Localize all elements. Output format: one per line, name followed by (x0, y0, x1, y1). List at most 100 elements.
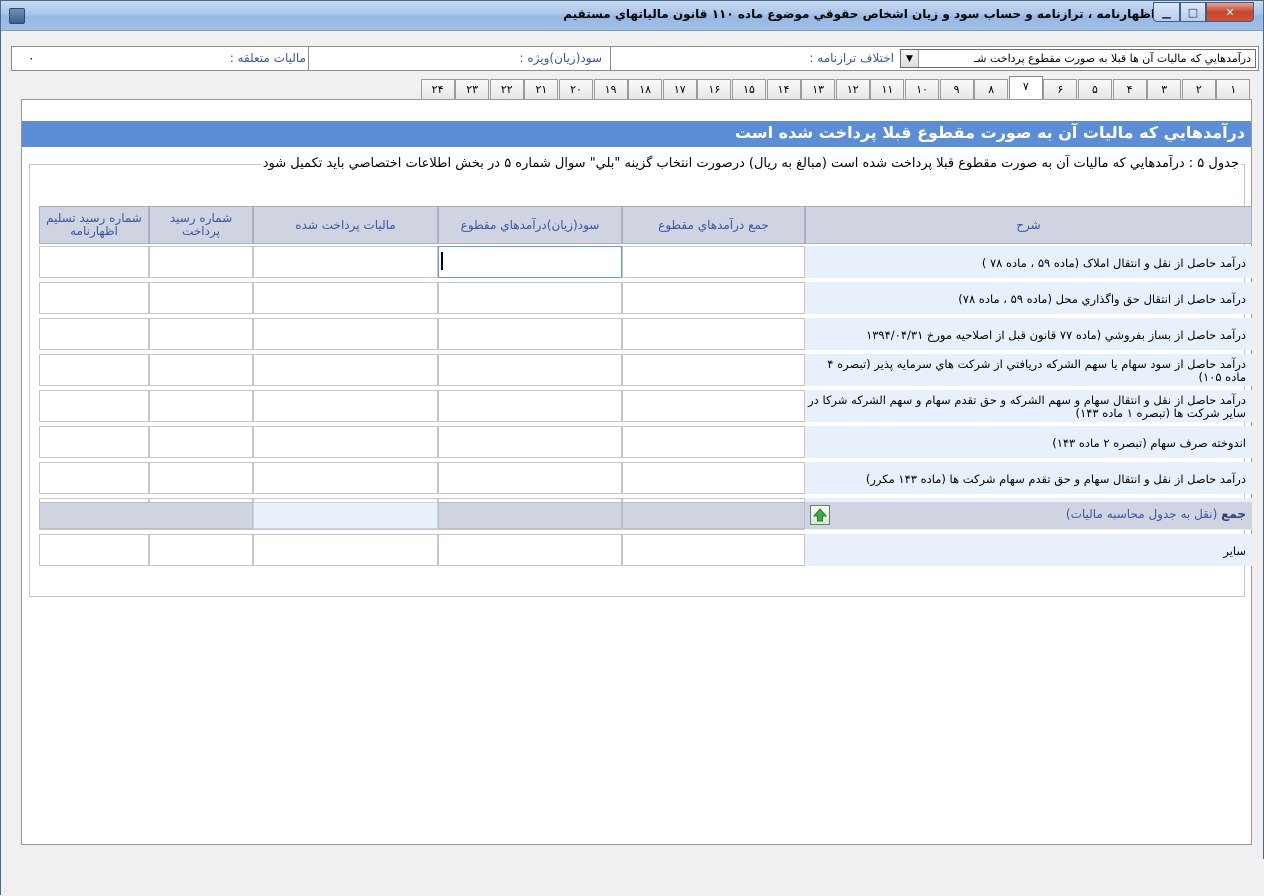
tab-7[interactable]: ٧ (1008, 76, 1043, 100)
row-description-text: درآمد حاصل از نقل و انتقال سهام و حق تقد… (865, 471, 1246, 486)
close-button[interactable]: ✕ (1206, 2, 1254, 22)
transfer-total-button[interactable] (810, 505, 830, 525)
declaration-receipt-input[interactable] (39, 534, 149, 566)
row-description: درآمد حاصل از نقل و انتقال املاک (ماده ۵… (805, 246, 1252, 278)
total-lump-income-input[interactable] (622, 534, 805, 566)
total-lump-income-input[interactable] (622, 318, 805, 350)
tab-17[interactable]: ١٧ (662, 79, 697, 99)
tab-4[interactable]: ۴ (1112, 79, 1147, 99)
tab-20[interactable]: ٢٠ (559, 79, 593, 99)
tax-paid-input[interactable] (253, 318, 438, 350)
declaration-receipt-input[interactable] (39, 390, 149, 422)
table-select-value: درآمدهايي كه ماليات آن ها قبلا به صورت م… (974, 52, 1251, 65)
total-lump-income-input[interactable] (622, 462, 805, 494)
total-lump-income-input[interactable] (622, 426, 805, 458)
declaration-receipt-input[interactable] (39, 426, 149, 458)
tab-3[interactable]: ٣ (1147, 79, 1182, 99)
total-lump-income-input[interactable] (622, 354, 805, 386)
total-lump-income-input[interactable] (622, 282, 805, 314)
payment-receipt-input[interactable] (149, 426, 253, 458)
declaration-receipt-input[interactable] (39, 282, 149, 314)
tab-19[interactable]: ١٩ (593, 79, 628, 99)
row-description: درآمد حاصل از انتقال حق واگذاري محل (ماد… (805, 282, 1252, 314)
tax-paid-input[interactable] (253, 282, 438, 314)
tab-14[interactable]: ١۴ (766, 79, 801, 99)
payment-receipt-input[interactable] (149, 246, 253, 278)
row-description-text: درآمد حاصل از نقل و انتقال املاک (ماده ۵… (981, 255, 1246, 270)
row-description-text: درآمد حاصل از بساز بفروشي (ماده ٧٧ قانون… (866, 327, 1246, 342)
minimize-icon: ▁ (1162, 5, 1171, 19)
tab-2[interactable]: ٢ (1181, 79, 1216, 99)
header-tax-paid: ماليات پرداخت شده (253, 206, 438, 244)
header-declaration-receipt: شماره رسيد تسليم اظهارنامه (39, 206, 149, 244)
tab-21[interactable]: ٢١ (524, 79, 559, 99)
tab-22[interactable]: ٢٢ (489, 79, 524, 99)
total-lump-income-input[interactable] (622, 390, 805, 422)
maximize-button[interactable]: □ (1180, 2, 1206, 22)
tax-paid-input[interactable] (253, 426, 438, 458)
chevron-down-icon[interactable]: ▼ (901, 50, 919, 67)
table5-group: جدول ۵ : درآمدهايي كه ماليات آن به صورت … (29, 156, 1252, 597)
tab-11[interactable]: ١١ (870, 79, 905, 99)
table-select-combo[interactable]: درآمدهايي كه ماليات آن ها قبلا به صورت م… (900, 49, 1256, 68)
declaration-receipt-input[interactable] (39, 318, 149, 350)
text-caret (441, 252, 443, 270)
tax-paid-input[interactable] (253, 390, 438, 422)
table5-caption: جدول ۵ : درآمدهايي كه ماليات آن به صورت … (260, 156, 1241, 171)
balance-diff-label: اختلاف ترازنامه : (809, 51, 894, 65)
tab-5[interactable]: ۵ (1078, 79, 1112, 99)
lump-profit-input[interactable] (438, 318, 622, 350)
title-bar: اظهارنامه ، ترازنامه و حساب سود و زيان ا… (1, 1, 1263, 31)
special-profit-label: سود(زيان)ويژه : (519, 51, 602, 65)
tax-due-value: ٠ (28, 51, 35, 65)
minimize-button[interactable]: ▁ (1153, 2, 1180, 22)
row-description-text: درآمد حاصل از نقل و انتقال سهام و سهم ال… (808, 393, 1246, 420)
declaration-receipt-input[interactable] (39, 354, 149, 386)
tax-paid-input[interactable] (253, 534, 438, 566)
lump-profit-input[interactable] (438, 354, 622, 386)
total-lump-income-cell (622, 502, 805, 529)
tab-9[interactable]: ٩ (939, 79, 974, 99)
tab-13[interactable]: ١٣ (801, 79, 836, 99)
lump-profit-input[interactable] (438, 282, 622, 314)
header-lump-profit: سود(زيان)درآمدهاي مقطوع (438, 206, 622, 244)
payment-receipt-input[interactable] (149, 354, 253, 386)
total-row-label: جمع (نقل به جدول محاسبه ماليات) (805, 502, 1252, 529)
payment-receipt-input[interactable] (149, 318, 253, 350)
row-description: اندوخته صرف سهام (تبصره ٢ ماده ١۴٣) (805, 426, 1252, 458)
tab-16[interactable]: ١۶ (697, 79, 732, 99)
payment-receipt-input[interactable] (149, 282, 253, 314)
payment-receipt-input[interactable] (149, 390, 253, 422)
declaration-receipt-input[interactable] (39, 462, 149, 494)
tax-paid-input[interactable] (253, 354, 438, 386)
tab-18[interactable]: ١٨ (628, 79, 663, 99)
tab-15[interactable]: ١۵ (732, 79, 766, 99)
lump-profit-input[interactable] (438, 534, 622, 566)
tab-10[interactable]: ١٠ (905, 79, 939, 99)
total-note: (نقل به جدول محاسبه ماليات) (1065, 507, 1218, 521)
row-description: درآمد حاصل از سود سهام يا سهم الشركه دري… (805, 354, 1252, 386)
tax-paid-input[interactable] (253, 462, 438, 494)
summary-bar: درآمدهايي كه ماليات آن ها قبلا به صورت م… (11, 46, 1259, 71)
tab-6[interactable]: ۶ (1043, 79, 1078, 99)
declaration-receipt-input[interactable] (39, 246, 149, 278)
tab-12[interactable]: ١٢ (835, 79, 870, 99)
lump-profit-input[interactable] (438, 462, 622, 494)
lump-profit-input[interactable] (438, 426, 622, 458)
tax-paid-input[interactable] (253, 246, 438, 278)
window-controls: ▁ □ ✕ (1153, 2, 1261, 22)
row-description: درآمد حاصل از نقل و انتقال سهام و حق تقد… (805, 462, 1252, 494)
window-title: اظهارنامه ، ترازنامه و حساب سود و زيان ا… (563, 7, 1155, 21)
lump-profit-input[interactable] (438, 246, 622, 278)
row-description: ساير (805, 534, 1252, 566)
payment-receipt-input[interactable] (149, 534, 253, 566)
lump-profit-input[interactable] (438, 390, 622, 422)
tab-24[interactable]: ٢۴ (420, 79, 455, 99)
tab-8[interactable]: ٨ (974, 79, 1009, 99)
payment-receipt-input[interactable] (149, 462, 253, 494)
tab-1[interactable]: ١ (1216, 79, 1251, 99)
tab-23[interactable]: ٢٣ (455, 79, 490, 99)
section-title: درآمدهايي كه ماليات آن به صورت مقطوع قبل… (22, 121, 1251, 147)
total-lump-income-input[interactable] (622, 246, 805, 278)
row-description-text: اندوخته صرف سهام (تبصره ٢ ماده ١۴٣) (1052, 435, 1246, 450)
